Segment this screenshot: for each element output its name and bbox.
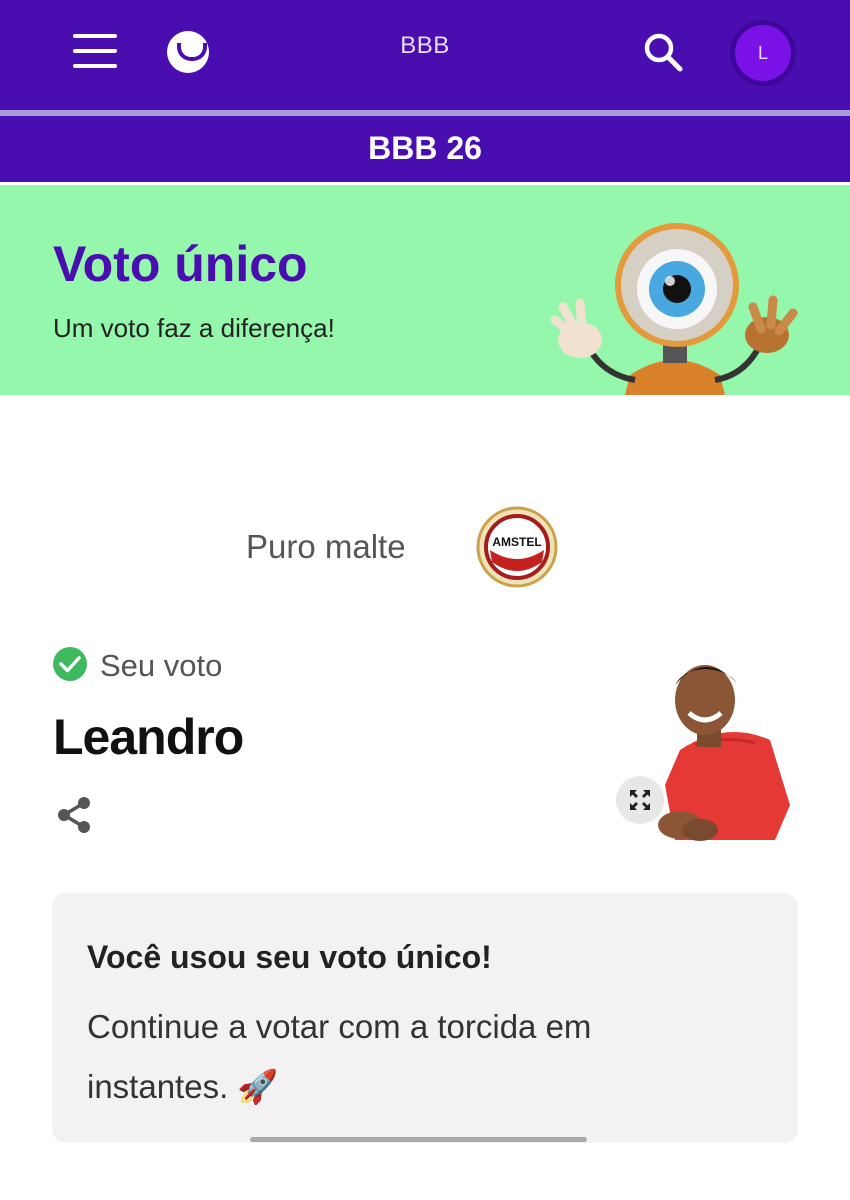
top-app-bar: BBB L [0,0,850,110]
banner-subtitle: Um voto faz a diferença! [53,313,335,343]
notice-title: Você usou seu voto único! [87,939,492,975]
vote-banner: Voto único Um voto faz a diferença! [0,185,850,395]
voted-candidate-name: Leandro [53,709,244,765]
svg-text:AMSTEL: AMSTEL [492,535,541,549]
search-icon[interactable] [641,30,685,74]
banner-title: Voto único [53,236,308,292]
user-avatar[interactable]: L [735,25,791,81]
eye-mascot-illustration [550,223,798,395]
section-header: BBB 26 [0,116,850,182]
vote-used-notice: Você usou seu voto único! Continue a vot… [52,893,798,1143]
share-icon[interactable] [54,795,94,835]
amstel-logo: AMSTEL [476,506,558,588]
home-indicator [250,1137,587,1142]
vote-label: Seu voto [100,648,223,683]
notice-message: Continue a votar com a torcida em instan… [87,1008,592,1105]
check-circle-icon [53,647,87,681]
sponsor-text: Puro malte [246,528,406,565]
section-title: BBB 26 [368,130,482,166]
candidate-photo [658,665,790,841]
app-title: BBB [400,32,450,59]
